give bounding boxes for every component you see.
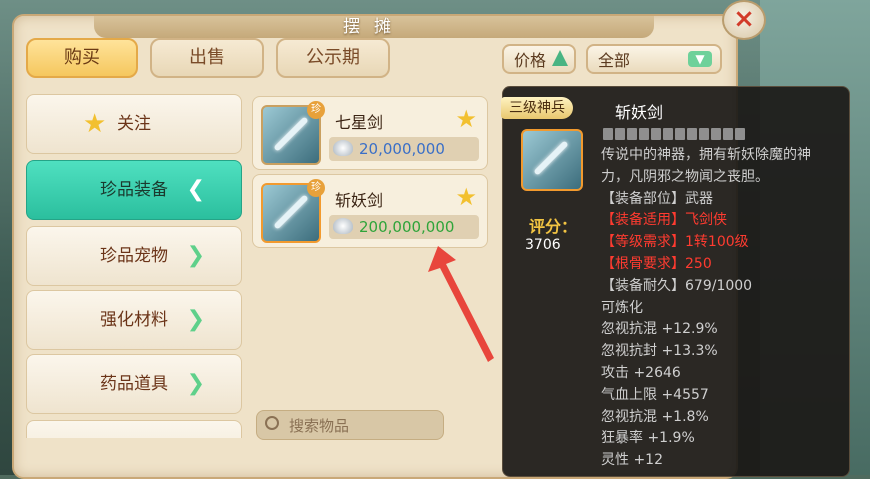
chevron-down-icon: ▼ bbox=[688, 51, 712, 67]
price-sort-label: 价格 bbox=[514, 51, 547, 70]
sword-icon bbox=[533, 140, 569, 176]
sidebar-item-label: 强化材料 bbox=[100, 310, 168, 330]
category-sidebar: ★ 关注 珍品装备 ❮ 珍品宠物 ❯ 强化材料 ❯ 药品道具 ❯ bbox=[26, 94, 242, 438]
stat-line: 灵性 +12 bbox=[601, 452, 663, 469]
search-field[interactable]: 搜索物品 bbox=[256, 410, 444, 440]
stat-line: 【根骨要求】250 bbox=[601, 255, 712, 272]
tooltip-item-icon bbox=[521, 129, 583, 191]
stat-line: 【等级需求】1转100级 bbox=[601, 234, 749, 251]
sidebar-item-rare-pets[interactable]: 珍品宠物 ❯ bbox=[26, 226, 242, 286]
sword-icon bbox=[273, 194, 309, 230]
price-bar: 200,000,000 bbox=[329, 215, 479, 239]
item-thumbnail: 珍 bbox=[261, 101, 325, 165]
search-icon bbox=[265, 416, 279, 430]
stat-line: 【装备适用】飞剑侠 bbox=[601, 212, 727, 229]
sidebar-item-label: 药品道具 bbox=[100, 374, 168, 394]
tab-sell[interactable]: 出售 bbox=[150, 38, 264, 78]
sidebar-item-favorites[interactable]: ★ 关注 bbox=[26, 94, 242, 154]
arrow-up-icon bbox=[552, 50, 568, 66]
stat-line: 狂暴率 +1.9% bbox=[601, 430, 695, 447]
chevron-left-icon: ❮ bbox=[186, 177, 205, 202]
search-placeholder: 搜索物品 bbox=[289, 417, 350, 435]
close-icon[interactable]: × bbox=[733, 4, 755, 34]
sidebar-item-potions[interactable]: 药品道具 ❯ bbox=[26, 354, 242, 414]
stat-line: 攻击 +2646 bbox=[601, 364, 681, 381]
tab-sell-label: 出售 bbox=[189, 47, 225, 68]
chevron-right-icon: ❯ bbox=[186, 307, 205, 332]
tooltip-item-name: 斩妖剑 bbox=[615, 103, 664, 122]
score-value: 3706 bbox=[525, 237, 561, 253]
rank-badge: 三级神兵 bbox=[501, 97, 573, 119]
desc-line: 传说中的神器，拥有斩妖除魔的神 bbox=[601, 147, 811, 163]
item-card-zhanyao[interactable]: 珍 斩妖剑 ★ 200,000,000 bbox=[252, 174, 488, 248]
score-label: 评分： bbox=[529, 217, 578, 236]
sidebar-item-enhance-materials[interactable]: 强化材料 ❯ bbox=[26, 290, 242, 350]
sidebar-item-label: 关注 bbox=[117, 114, 151, 134]
stat-line: 气血上限 +4557 bbox=[601, 386, 709, 403]
price-bar: 20,000,000 bbox=[329, 137, 479, 161]
tab-buy-label: 购买 bbox=[64, 47, 100, 68]
tooltip-details: 传说中的神器，拥有斩妖除魔的神 力，凡阴邪之物闻之丧胆。 【装备部位】武器 【装备… bbox=[601, 145, 847, 472]
stat-line: 忽视抗混 +1.8% bbox=[601, 408, 709, 425]
title-bar: 摆摊 bbox=[94, 16, 654, 38]
stat-line: 可炼化 bbox=[601, 299, 643, 316]
sidebar-item-label: 珍品装备 bbox=[100, 180, 168, 200]
silver-ingot-icon bbox=[333, 140, 353, 156]
item-price: 200,000,000 bbox=[359, 218, 455, 236]
item-name: 七星剑 bbox=[335, 113, 384, 132]
stat-line: 【装备部位】武器 bbox=[601, 190, 713, 207]
star-icon: ★ bbox=[83, 109, 107, 139]
item-tooltip: 三级神兵 斩妖剑 评分： 3706 传说中的神器，拥有斩妖除魔的神 力，凡阴邪之… bbox=[501, 86, 850, 477]
favorite-star-icon[interactable]: ★ bbox=[455, 183, 477, 211]
sidebar-item-rare-equipment[interactable]: 珍品装备 ❮ bbox=[26, 160, 242, 220]
price-sort-button[interactable]: 价格 bbox=[502, 44, 576, 74]
filter-value: 全部 bbox=[598, 51, 631, 70]
tab-buy[interactable]: 购买 bbox=[26, 38, 138, 78]
chevron-right-icon: ❯ bbox=[186, 243, 205, 268]
stat-line: 忽视抗混 +12.9% bbox=[601, 321, 718, 338]
stat-line: 忽视抗封 +13.3% bbox=[601, 343, 718, 360]
sidebar-item-more[interactable] bbox=[26, 420, 242, 438]
close-button[interactable]: × bbox=[722, 0, 766, 40]
sidebar-item-label: 珍品宠物 bbox=[100, 246, 168, 266]
desc-line: 力，凡阴邪之物闻之丧胆。 bbox=[601, 168, 769, 185]
item-name: 斩妖剑 bbox=[335, 191, 384, 210]
rare-badge: 珍 bbox=[307, 101, 325, 119]
silver-ingot-icon bbox=[333, 218, 353, 234]
rare-badge: 珍 bbox=[307, 179, 325, 197]
attribute-slots bbox=[603, 125, 747, 140]
red-pointer-arrow bbox=[428, 246, 494, 362]
sword-icon bbox=[273, 116, 309, 152]
favorite-star-icon[interactable]: ★ bbox=[455, 105, 477, 133]
chevron-right-icon: ❯ bbox=[186, 371, 205, 396]
item-price: 20,000,000 bbox=[359, 140, 445, 158]
tab-public-label: 公示期 bbox=[306, 47, 360, 68]
item-thumbnail: 珍 bbox=[261, 179, 325, 243]
item-card-qixing[interactable]: 珍 七星剑 ★ 20,000,000 bbox=[252, 96, 488, 170]
window-title: 摆摊 bbox=[343, 17, 405, 37]
category-filter-select[interactable]: 全部 ▼ bbox=[586, 44, 722, 74]
tab-public[interactable]: 公示期 bbox=[276, 38, 390, 78]
stat-line: 【装备耐久】679/1000 bbox=[601, 277, 753, 294]
